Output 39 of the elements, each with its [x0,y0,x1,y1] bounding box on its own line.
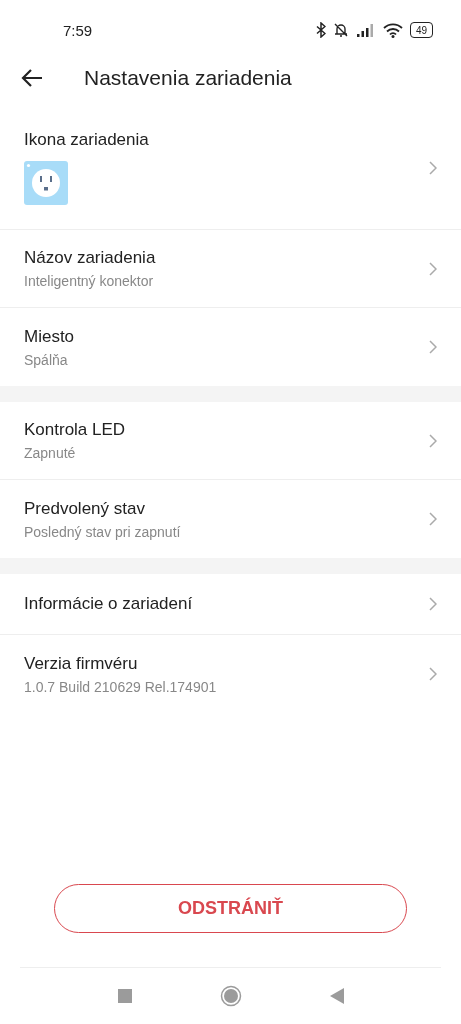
row-title: Ikona zariadenia [24,130,149,150]
settings-row[interactable]: Predvolený stav Posledný stav pri zapnutí [0,480,461,558]
bluetooth-icon [315,22,326,38]
row-title: Informácie o zariadení [24,594,193,614]
signal-icon [355,23,376,37]
chevron-right-icon [429,433,437,448]
muted-bell-icon [332,22,349,38]
row-title: Verzia firmvéru [24,653,139,674]
chevron-right-icon [429,512,437,526]
row-subtitle: Posledný stav pri zapnutí [24,523,181,540]
row-title: Predvolený stav [24,498,146,519]
back-nav-button[interactable] [329,988,344,1004]
wifi-icon [382,22,403,38]
recents-button[interactable] [117,989,132,1003]
battery-level: 49 [415,24,427,36]
chevron-right-icon [429,340,437,354]
page-title: Nastavenia zariadenia [84,66,292,90]
socket-icon [24,161,68,205]
row-subtitle: Spálňa [24,351,69,368]
settings-row[interactable]: Názov zariadenia Inteligentný konektor [0,230,461,308]
row-title: Názov zariadenia [24,248,156,268]
back-button[interactable] [20,68,44,88]
chevron-right-icon [429,597,437,611]
settings-row[interactable]: Verzia firmvéru 1.0.7 Build 210629 Rel.174901 [0,635,461,713]
home-button[interactable] [219,985,242,1007]
row-subtitle: 1.0.7 Build 210629 Rel.174901 [24,678,217,695]
row-subtitle: Inteligentný konektor [24,273,155,289]
chevron-right-icon [429,667,437,681]
row-subtitle: Zapnuté [24,445,77,461]
chevron-right-icon [429,160,437,175]
row-title: Miesto [24,326,75,347]
settings-row[interactable]: Ikona zariadenia [0,106,461,230]
settings-row[interactable]: Kontrola LED Zapnuté [0,402,461,480]
remove-button[interactable]: ODSTRÁNIŤ [54,884,407,933]
clock-time: 7:59 [63,21,93,39]
row-title: Kontrola LED [24,420,126,440]
settings-row[interactable]: Informácie o zariadení [0,574,461,635]
chevron-right-icon [429,261,437,276]
settings-row[interactable]: Miesto Spálňa [0,308,461,386]
